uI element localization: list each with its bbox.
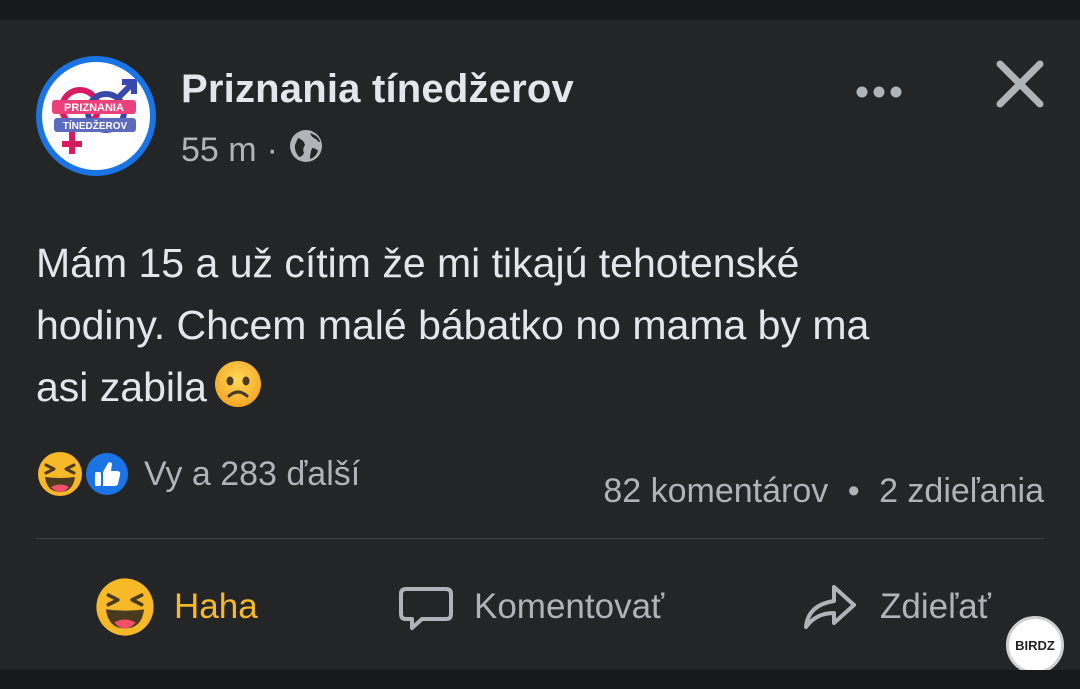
comment-icon <box>399 587 453 630</box>
post-stats: 82 komentárov • 2 zdieľania <box>603 472 1044 511</box>
share-label: Zdieľať <box>880 587 991 626</box>
globe-icon <box>288 128 324 173</box>
reaction-count: Vy a 283 ďalší <box>144 454 361 493</box>
haha-icon <box>96 578 154 636</box>
bottom-bar <box>0 670 1080 689</box>
divider <box>36 538 1044 539</box>
post-card: PRIZNANIA TÍNEDŽEROV Priznania tínedžero… <box>0 20 1080 670</box>
post-body-line: Mám 15 a už cítim že mi tikajú tehotensk… <box>36 240 800 286</box>
close-icon <box>996 60 1044 108</box>
reactions-summary[interactable]: Vy a 283 ďalší <box>34 448 360 500</box>
post-body: Mám 15 a už cítim že mi tikajú tehotensk… <box>36 232 1046 418</box>
avatar-logo: PRIZNANIA TÍNEDŽEROV <box>42 62 150 170</box>
post-meta: 55 m · <box>181 128 324 173</box>
close-button[interactable] <box>990 54 1050 114</box>
svg-text:PRIZNANIA: PRIZNANIA <box>64 102 124 114</box>
more-icon-dot <box>873 86 885 98</box>
page-name-link[interactable]: Priznania tínedžerov <box>181 67 574 112</box>
meta-separator: · <box>266 131 278 169</box>
birdz-watermark: BIRDZ <box>1006 616 1064 674</box>
comment-button[interactable]: Komentovať <box>396 572 664 642</box>
comment-label: Komentovať <box>474 587 665 626</box>
post-body-text: asi zabila <box>36 364 207 410</box>
post-body-line: asi zabila <box>36 356 1046 418</box>
page-avatar[interactable]: PRIZNANIA TÍNEDŽEROV <box>36 56 156 176</box>
haha-reaction-icon <box>34 448 86 500</box>
share-arrow-icon <box>804 585 856 629</box>
more-icon-dot <box>890 86 902 98</box>
post-body-line: hodiny. Chcem malé bábatko no mama by ma <box>36 302 870 348</box>
stats-separator: • <box>847 472 860 510</box>
haha-reaction-button[interactable]: Haha <box>94 572 258 642</box>
watermark-text: BIRDZ <box>1015 638 1055 653</box>
svg-text:TÍNEDŽEROV: TÍNEDŽEROV <box>63 119 128 132</box>
like-reaction-icon <box>82 449 132 499</box>
post-timestamp[interactable]: 55 m <box>181 131 257 170</box>
share-button[interactable]: Zdieľať <box>800 572 991 642</box>
comments-count[interactable]: 82 komentárov <box>603 472 828 510</box>
sad-face-icon <box>213 359 263 409</box>
more-options-button[interactable] <box>850 72 910 112</box>
shares-count[interactable]: 2 zdieľania <box>879 472 1044 510</box>
more-icon-dot <box>856 86 868 98</box>
haha-label: Haha <box>174 587 258 626</box>
